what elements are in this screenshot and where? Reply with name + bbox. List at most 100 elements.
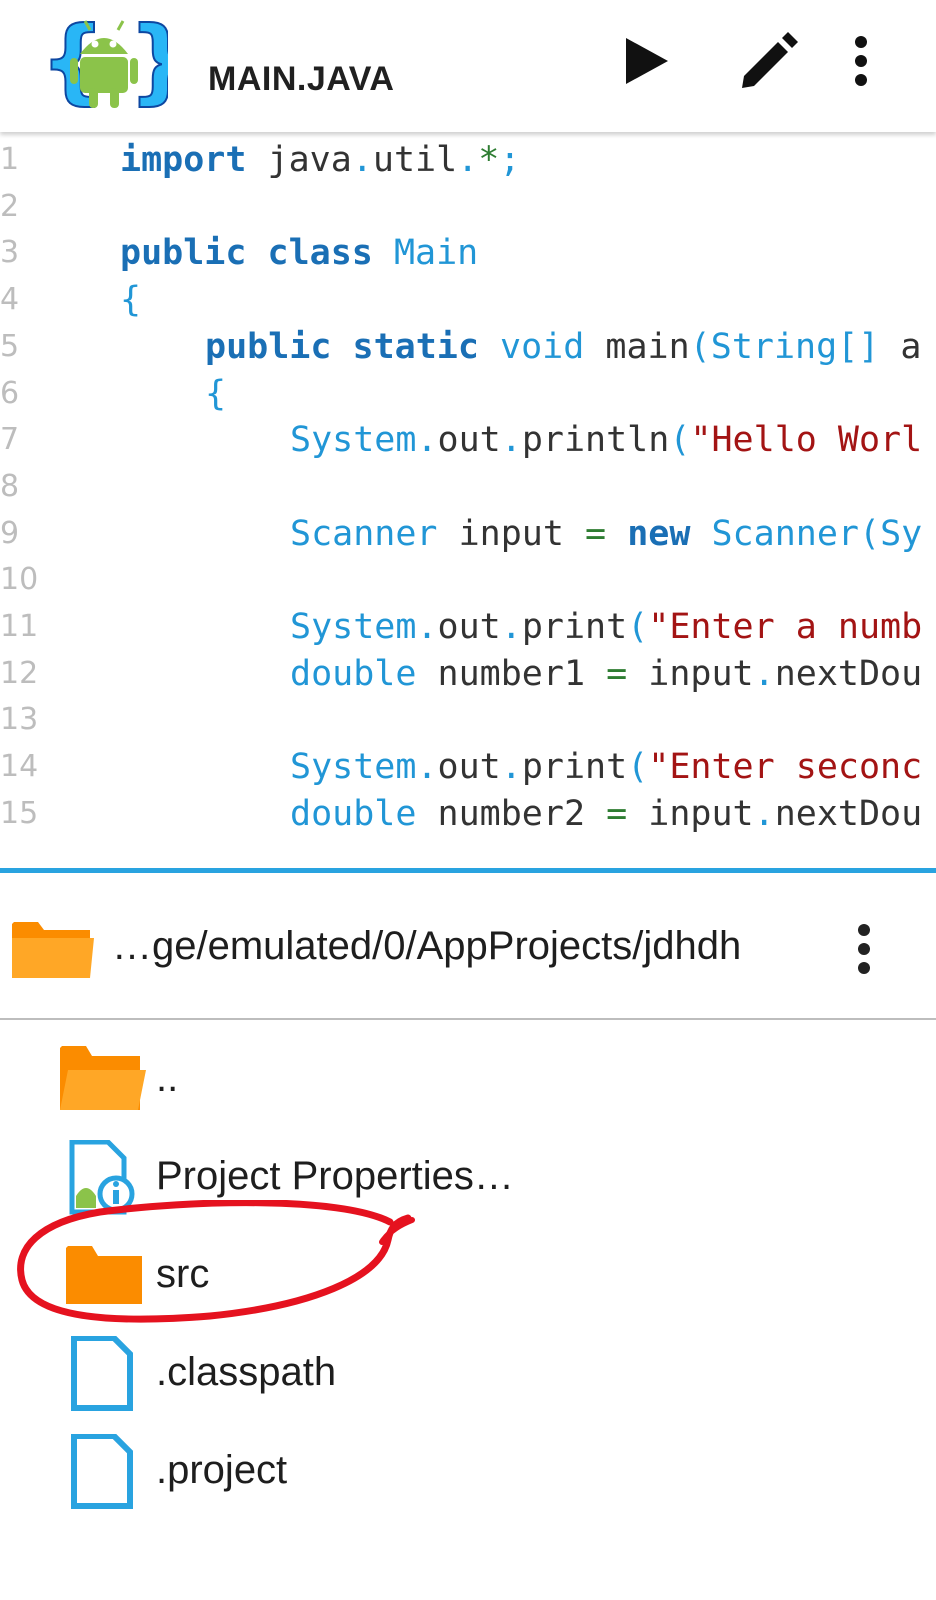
- code-token: {: [205, 373, 227, 414]
- pencil-icon: [742, 32, 798, 88]
- code-text: {: [205, 370, 226, 418]
- file-item-label: .project: [156, 1448, 288, 1492]
- split-divider[interactable]: [0, 868, 936, 873]
- code-line[interactable]: 6{: [0, 370, 936, 418]
- file-icon: [58, 1433, 148, 1510]
- line-number: 13: [0, 702, 39, 738]
- code-line[interactable]: 3 public class Main: [0, 229, 936, 277]
- android-braces-logo-icon: { }: [39, 6, 195, 116]
- code-token: .: [351, 140, 373, 180]
- code-token: .: [416, 747, 438, 788]
- folder-icon: [10, 916, 96, 982]
- code-text: System.out.print("Enter a numb: [290, 603, 922, 651]
- code-token: ;: [499, 140, 521, 180]
- code-text: double number1 = input.nextDou: [290, 650, 922, 698]
- code-text: public static void main(String[] a: [205, 323, 921, 371]
- play-icon: [626, 38, 668, 84]
- edit-button[interactable]: [732, 26, 802, 96]
- run-button[interactable]: [610, 26, 680, 96]
- file-item-project[interactable]: .project: [0, 1422, 936, 1522]
- code-editor[interactable]: 1 import java.util.*; 2 3 public class Main 4…: [0, 132, 936, 868]
- code-line[interactable]: 11 System.out.print("Enter a numb: [0, 603, 936, 651]
- file-item-src[interactable]: src: [0, 1226, 936, 1326]
- file-item-label: Project Properties…: [156, 1154, 514, 1198]
- line-number: 10: [0, 562, 39, 598]
- code-line[interactable]: 9 Scanner input = new Scanner(Sy: [0, 510, 936, 558]
- line-number: 7: [0, 422, 20, 458]
- line-number: 4: [0, 282, 20, 318]
- line-number: 9: [0, 515, 20, 551]
- code-token: println: [521, 420, 670, 461]
- code-token: .: [416, 607, 438, 647]
- code-token: input: [627, 653, 754, 694]
- app-bar: { } MAIN.JAVA: [0, 0, 936, 132]
- code-token: void: [478, 326, 585, 367]
- code-token: *: [478, 140, 500, 180]
- file-item-project-properties[interactable]: Project Properties…: [0, 1128, 936, 1228]
- code-token: .: [457, 140, 479, 180]
- code-token: input: [437, 513, 586, 554]
- line-number: 8: [0, 468, 20, 504]
- line-number: 5: [0, 328, 20, 364]
- code-token: print: [521, 747, 628, 788]
- code-line[interactable]: 14 System.out.print("Enter seconc: [0, 743, 936, 791]
- code-token: (: [669, 420, 691, 461]
- code-token: (: [858, 513, 881, 554]
- code-token: static: [352, 326, 479, 367]
- code-token: (: [689, 326, 711, 367]
- code-token: main: [584, 326, 690, 367]
- code-token: Scanner: [290, 513, 438, 554]
- current-path: …ge/emulated/0/AppProjects/jdhdh: [112, 924, 742, 968]
- line-number: 6: [0, 375, 20, 411]
- code-token: {: [120, 280, 142, 321]
- code-line[interactable]: 13: [0, 696, 936, 744]
- file-item-parent[interactable]: ..: [0, 1030, 936, 1130]
- code-token: a: [879, 326, 922, 367]
- code-text: System.out.println("Hello Worl: [290, 416, 922, 464]
- code-token: (: [627, 607, 649, 647]
- code-line[interactable]: 7 System.out.println("Hello Worl: [0, 416, 936, 464]
- code-token: .: [500, 420, 522, 461]
- code-line[interactable]: 10: [0, 556, 936, 604]
- file-item-label: .classpath: [156, 1350, 337, 1394]
- code-token: .: [500, 747, 522, 788]
- code-line-partial: [0, 837, 936, 869]
- code-line[interactable]: 4{: [0, 276, 936, 324]
- code-line[interactable]: 5 public static void main(String[] a: [0, 323, 936, 371]
- code-token: number2: [416, 793, 607, 834]
- code-line[interactable]: 15 double number2 = input.nextDou: [0, 790, 936, 838]
- code-token: "Enter a numb: [648, 607, 923, 647]
- code-token: double: [290, 653, 417, 694]
- more-vert-icon: [858, 924, 870, 974]
- code-token: public: [120, 233, 247, 274]
- code-token: java: [246, 140, 352, 180]
- code-token: System: [290, 420, 417, 461]
- page-title: MAIN.JAVA: [208, 60, 395, 98]
- code-token: out: [437, 607, 501, 647]
- code-token: (: [627, 747, 649, 788]
- code-token: "Enter seconc: [648, 747, 923, 788]
- code-text: import java.util.*;: [120, 136, 520, 184]
- code-token: System: [290, 747, 417, 788]
- code-text: {: [120, 276, 141, 324]
- code-token: import: [120, 140, 247, 180]
- code-line[interactable]: 1 import java.util.*;: [0, 136, 936, 184]
- file-item-classpath[interactable]: .classpath: [0, 1324, 936, 1424]
- line-number: 2: [0, 188, 20, 224]
- line-number: 15: [0, 795, 39, 831]
- code-token: String[]: [710, 326, 880, 367]
- path-menu-button[interactable]: [846, 914, 882, 984]
- code-token: nextDou: [774, 653, 923, 694]
- code-text: double number2 = input.nextDou: [290, 790, 922, 838]
- code-line[interactable]: 2: [0, 183, 936, 231]
- code-token: .: [500, 607, 522, 647]
- code-token: =: [606, 793, 628, 834]
- code-token: double: [290, 793, 417, 834]
- overflow-menu-button[interactable]: [844, 26, 914, 96]
- code-text: System.out.print("Enter seconc: [290, 743, 922, 791]
- code-line[interactable]: 12 double number1 = input.nextDou: [0, 650, 936, 698]
- code-line[interactable]: 8: [0, 463, 936, 511]
